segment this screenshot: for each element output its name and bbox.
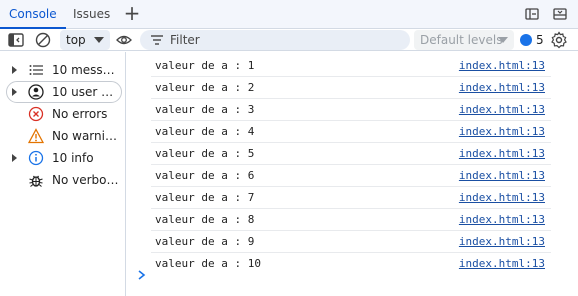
log-row: valeur de a : 2 index.html:13 [151,77,551,99]
gear-icon[interactable] [550,31,568,49]
console-toolbar: top Filter Default levels 5 [0,29,578,51]
clear-console-icon[interactable] [34,31,52,49]
context-selector[interactable]: top [60,30,110,50]
drawer-tabbar: Console Issues + [0,0,578,29]
sidebar-item-label: 10 user messages [52,85,120,99]
issue-icon [520,34,532,46]
console-sidebar: 10 messages 10 user messages No errors N… [0,52,126,296]
sidebar-toggle-icon[interactable] [7,31,25,49]
sidebar-item-label: No warnings [52,129,120,143]
chevron-down-icon [94,37,104,43]
sidebar-item-messages[interactable]: 10 messages [0,59,126,81]
log-message: valeur de a : 5 [155,147,255,160]
source-link[interactable]: index.html:13 [459,191,545,204]
issues-count-value: 5 [536,33,544,47]
sidebar-item-label: 10 messages [52,63,120,77]
sidebar-item-label: 10 info [52,151,94,165]
console-prompt-icon[interactable] [137,269,147,281]
console-output: valeur de a : 1 index.html:13 valeur de … [127,52,578,296]
log-message: valeur de a : 10 [155,257,261,270]
tab-issues[interactable]: Issues [64,0,119,29]
tab-console[interactable]: Console [0,0,66,29]
log-levels-dropdown[interactable]: Default levels [414,30,514,50]
sidebar-item-label: No verbose [52,173,120,187]
context-selector-value: top [66,33,86,47]
source-link[interactable]: index.html:13 [459,81,545,94]
add-tab-icon[interactable]: + [122,3,142,23]
source-link[interactable]: index.html:13 [459,169,545,182]
log-message: valeur de a : 1 [155,59,255,72]
sidebar-item-warnings[interactable]: No warnings [0,125,126,147]
log-row: valeur de a : 6 index.html:13 [151,165,551,187]
sidebar-item-info[interactable]: 10 info [0,147,126,169]
info-icon [28,150,44,166]
source-link[interactable]: index.html:13 [459,147,545,160]
log-row: valeur de a : 9 index.html:13 [151,231,551,253]
log-message: valeur de a : 9 [155,235,255,248]
sidebar-item-errors[interactable]: No errors [0,103,126,125]
eye-icon[interactable] [115,31,133,49]
close-drawer-icon[interactable] [552,6,568,22]
filter-icon [151,35,163,45]
log-levels-label: Default levels [420,33,503,47]
expand-arrow-icon[interactable] [12,88,17,96]
issues-counter[interactable]: 5 [520,30,544,50]
list-icon [29,65,43,75]
log-message: valeur de a : 8 [155,213,255,226]
log-row: valeur de a : 5 index.html:13 [151,143,551,165]
log-row: valeur de a : 1 index.html:13 [151,55,551,77]
log-row: valeur de a : 4 index.html:13 [151,121,551,143]
log-message: valeur de a : 4 [155,125,255,138]
log-row: valeur de a : 10 index.html:13 [151,253,551,275]
warning-icon [28,128,44,144]
expand-arrow-icon[interactable] [12,66,17,74]
log-row: valeur de a : 3 index.html:13 [151,99,551,121]
error-icon [28,106,44,122]
source-link[interactable]: index.html:13 [459,213,545,226]
dock-side-icon[interactable] [524,6,540,22]
log-row: valeur de a : 8 index.html:13 [151,209,551,231]
log-row: valeur de a : 7 index.html:13 [151,187,551,209]
bug-icon [29,175,43,187]
sidebar-item-label: No errors [52,107,108,121]
source-link[interactable]: index.html:13 [459,257,545,270]
log-message: valeur de a : 2 [155,81,255,94]
chevron-down-icon [498,37,508,43]
source-link[interactable]: index.html:13 [459,125,545,138]
expand-arrow-icon[interactable] [12,154,17,162]
source-link[interactable]: index.html:13 [459,59,545,72]
source-link[interactable]: index.html:13 [459,235,545,248]
log-message: valeur de a : 3 [155,103,255,116]
log-message: valeur de a : 6 [155,169,255,182]
filter-placeholder: Filter [170,33,200,47]
filter-input[interactable]: Filter [140,30,410,50]
sidebar-item-user-messages[interactable]: 10 user messages [0,81,126,103]
source-link[interactable]: index.html:13 [459,103,545,116]
user-icon [28,84,44,100]
log-message: valeur de a : 7 [155,191,255,204]
sidebar-item-verbose[interactable]: No verbose [0,169,126,191]
